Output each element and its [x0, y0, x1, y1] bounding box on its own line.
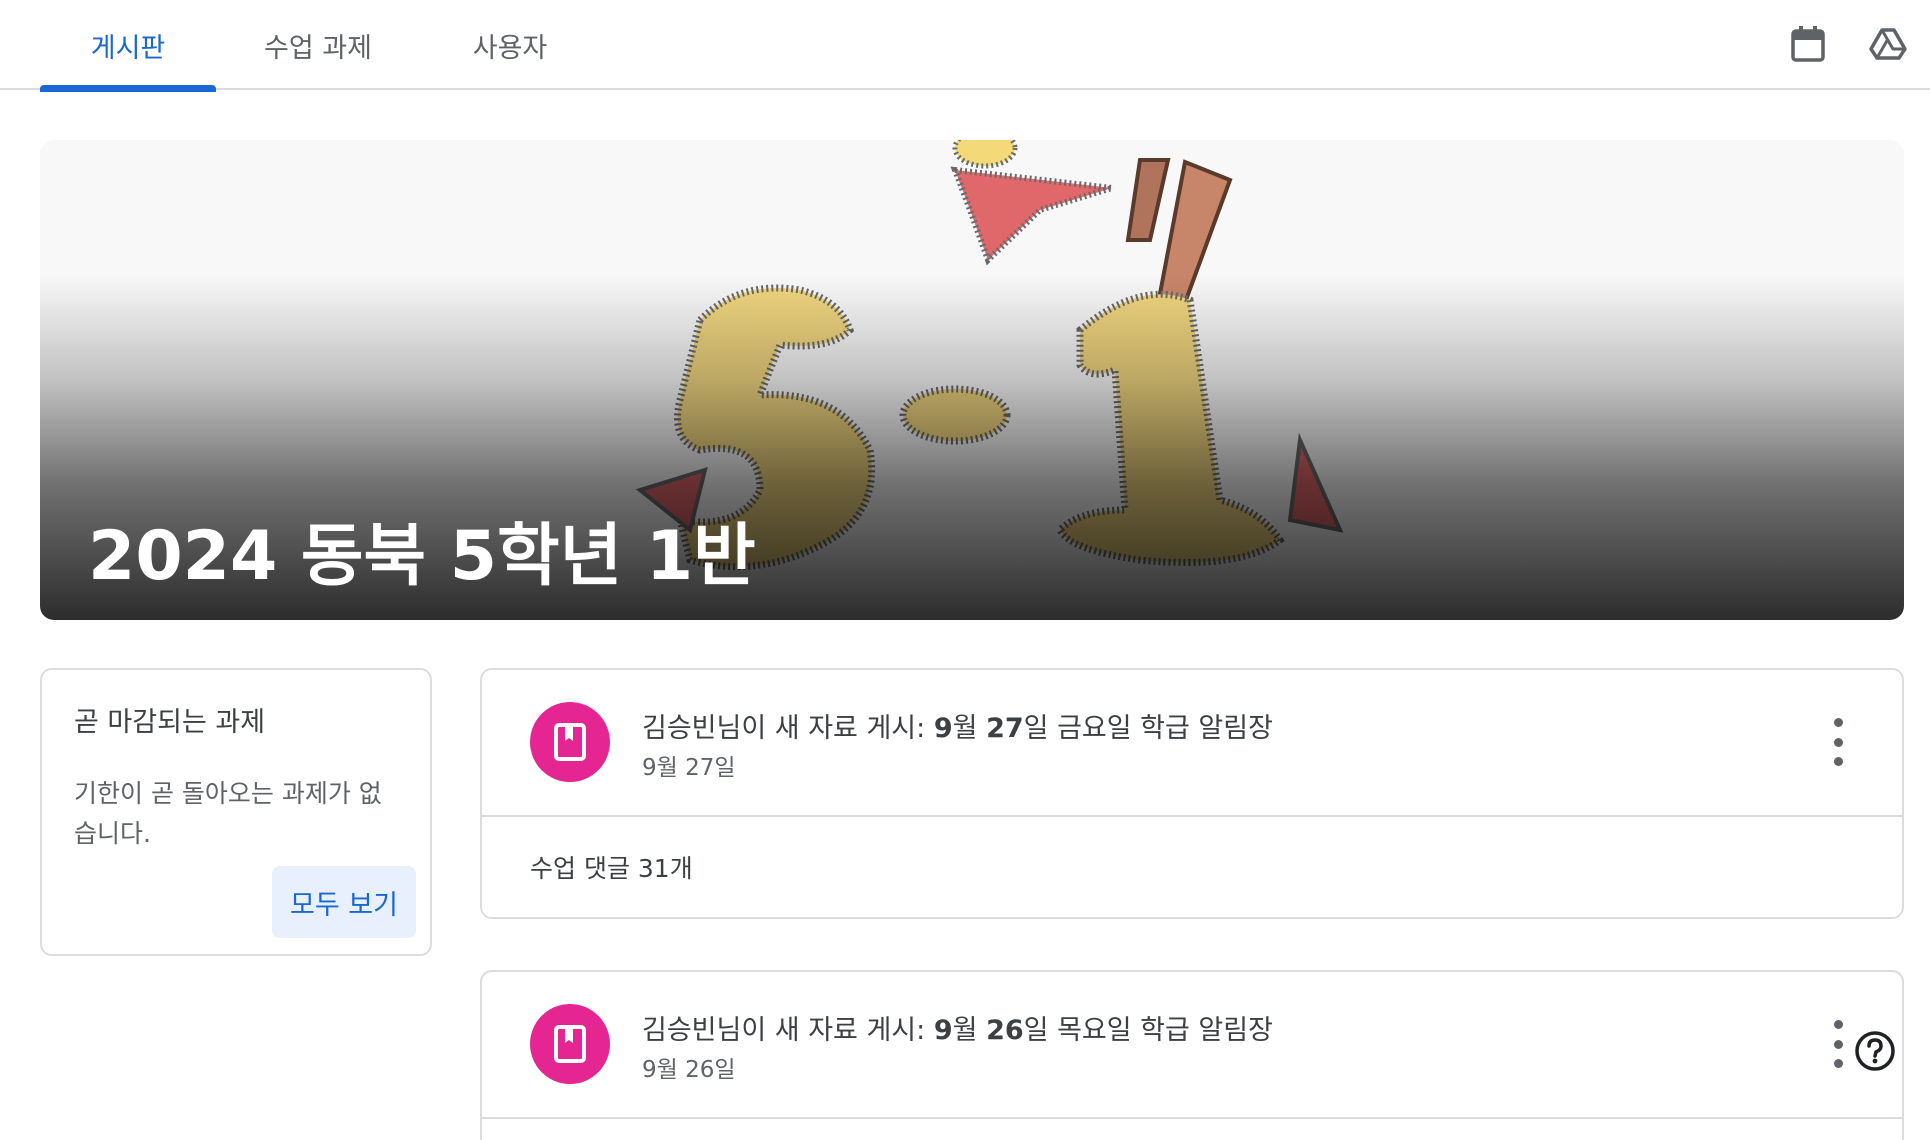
class-title: 2024 동북 5학년 1반 [88, 517, 756, 596]
post-header[interactable]: 김승빈님이 새 자료 게시: 9월 26일 목요일 학급 알림장 9월 26일 [482, 972, 1902, 1117]
post-title: 김승빈님이 새 자료 게시: 9월 27일 금요일 학급 알림장 [642, 713, 1273, 744]
tab-stream[interactable]: 게시판 [40, 0, 216, 92]
class-banner: 2024 동북 5학년 1반 [40, 140, 1904, 620]
post-date: 9월 26일 [642, 1057, 736, 1083]
google-drive-icon[interactable] [1866, 22, 1910, 66]
tab-classwork[interactable]: 수업 과제 [240, 0, 396, 90]
tab-stream-label: 게시판 [90, 32, 166, 64]
active-tab-indicator [40, 85, 216, 92]
tab-classwork-label: 수업 과제 [264, 32, 372, 64]
top-navigation: 게시판 수업 과제 사용자 [0, 0, 1930, 92]
class-comments-link[interactable]: 수업 댓글 31개 [482, 815, 1902, 917]
material-book-icon [530, 1004, 610, 1084]
view-all-button[interactable]: 모두 보기 [272, 866, 416, 938]
upcoming-title: 곧 마감되는 과제 [74, 707, 266, 738]
post-title: 김승빈님이 새 자료 게시: 9월 26일 목요일 학급 알림장 [642, 1015, 1273, 1046]
help-icon[interactable] [1852, 1028, 1898, 1074]
calendar-icon[interactable] [1786, 22, 1830, 66]
upcoming-empty-text: 기한이 곧 돌아오는 과제가 없습니다. [74, 779, 382, 848]
stream-post[interactable]: 김승빈님이 새 자료 게시: 9월 27일 금요일 학급 알림장 9월 27일 … [480, 668, 1904, 919]
upcoming-card: 곧 마감되는 과제 기한이 곧 돌아오는 과제가 없습니다. 모두 보기 [40, 668, 432, 956]
more-options-icon[interactable] [1826, 718, 1850, 766]
tab-people[interactable]: 사용자 [446, 0, 574, 90]
post-header[interactable]: 김승빈님이 새 자료 게시: 9월 27일 금요일 학급 알림장 9월 27일 [482, 670, 1902, 815]
tab-people-label: 사용자 [472, 32, 548, 64]
post-divider [482, 1117, 1902, 1119]
post-date: 9월 27일 [642, 755, 736, 781]
stream-post[interactable]: 김승빈님이 새 자료 게시: 9월 26일 목요일 학급 알림장 9월 26일 [480, 970, 1904, 1140]
more-options-icon[interactable] [1826, 1020, 1850, 1068]
material-book-icon [530, 702, 610, 782]
